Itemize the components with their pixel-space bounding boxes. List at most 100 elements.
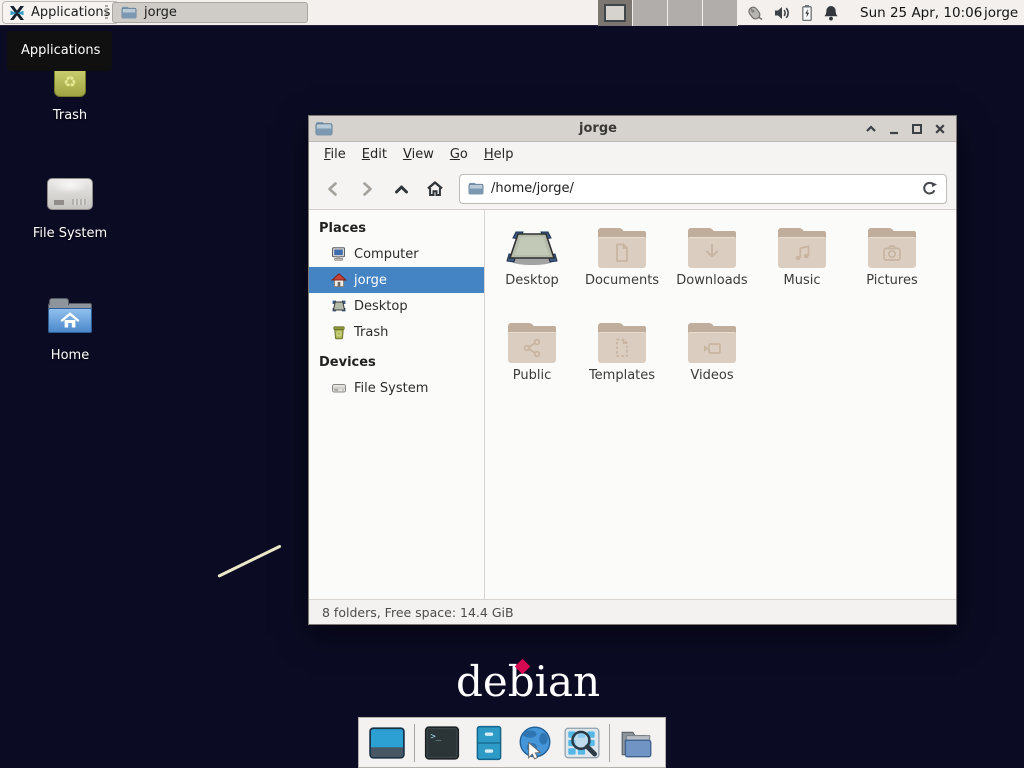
- hard-drive-icon: [331, 380, 347, 396]
- menu-help[interactable]: Help: [476, 142, 522, 168]
- hard-drive-icon: [47, 178, 93, 210]
- up-button[interactable]: [386, 174, 416, 204]
- window-titlebar[interactable]: jorge: [309, 116, 956, 142]
- wallpaper-line-artifact: [217, 544, 281, 577]
- desktop-icon-file-system[interactable]: File System: [22, 166, 118, 241]
- computer-icon: [331, 246, 347, 262]
- folder-icon: [688, 228, 736, 268]
- sidebar-item-label: File System: [354, 381, 428, 396]
- folder-view: Desktop Documents: [485, 210, 956, 599]
- sidebar-header-places: Places: [309, 217, 484, 241]
- folder-icon: [121, 6, 137, 19]
- sidebar-item-trash[interactable]: Trash: [309, 319, 484, 345]
- workspace-3[interactable]: [668, 0, 703, 26]
- show-desktop-icon[interactable]: [368, 723, 406, 763]
- status-bar: 8 folders, Free space: 14.4 GiB: [309, 599, 956, 624]
- folder-pictures[interactable]: Pictures: [847, 228, 937, 323]
- menu-edit[interactable]: Edit: [354, 142, 395, 168]
- svg-text:>_: >_: [431, 731, 442, 741]
- sidebar-item-label: Desktop: [354, 299, 408, 314]
- menu-bar: File Edit View Go Help: [309, 142, 956, 168]
- desktop-icon-label: File System: [22, 226, 118, 241]
- folder-label: Public: [513, 368, 551, 383]
- maximize-button[interactable]: [909, 121, 925, 137]
- file-manager-cabinet-icon[interactable]: [470, 723, 508, 763]
- web-browser-globe-icon[interactable]: [516, 723, 554, 763]
- applications-tooltip: Applications: [7, 31, 112, 71]
- sidebar-header-devices: Devices: [309, 351, 484, 375]
- file-manager-window: jorge File Edit View Go Help: [308, 115, 957, 625]
- window-folder-icon: [315, 121, 333, 136]
- workspace-2[interactable]: [633, 0, 668, 26]
- sidebar-item-label: Computer: [354, 247, 419, 262]
- mouse-icon[interactable]: [744, 4, 764, 22]
- folder-label: Templates: [589, 368, 655, 383]
- folder-label: Pictures: [866, 273, 917, 288]
- sidebar-item-label: Trash: [354, 325, 388, 340]
- folder-desktop[interactable]: Desktop: [487, 228, 577, 323]
- trash-icon: [331, 324, 347, 340]
- sidebar-item-label: jorge: [354, 273, 387, 288]
- workspace-switcher: [598, 0, 738, 26]
- path-input[interactable]: /home/jorge/: [459, 174, 947, 204]
- folder-label: Videos: [690, 368, 733, 383]
- window-title: jorge: [333, 121, 863, 136]
- folder-videos[interactable]: Videos: [667, 323, 757, 418]
- sidebar-item-jorge[interactable]: jorge: [309, 267, 484, 293]
- shade-button[interactable]: [863, 121, 879, 137]
- path-text: /home/jorge/: [491, 181, 914, 196]
- back-button[interactable]: [318, 174, 348, 204]
- forward-button[interactable]: [352, 174, 382, 204]
- desktop-icon-label: Home: [22, 348, 118, 363]
- folder-icon: [598, 228, 646, 268]
- folder-label: Desktop: [505, 273, 559, 288]
- dock-separator: [609, 724, 610, 762]
- menu-go[interactable]: Go: [442, 142, 476, 168]
- folder-label: Downloads: [676, 273, 747, 288]
- folder-label: Music: [784, 273, 821, 288]
- close-button[interactable]: [932, 121, 948, 137]
- sidebar-item-desktop[interactable]: Desktop: [309, 293, 484, 319]
- applications-menu-button[interactable]: Applications: [2, 1, 119, 24]
- battery-icon[interactable]: [800, 4, 814, 22]
- home-icon: [331, 272, 347, 288]
- folder-icon: [688, 323, 736, 363]
- terminal-icon[interactable]: >_: [423, 723, 461, 763]
- volume-icon[interactable]: [773, 4, 791, 22]
- folder-label: Documents: [585, 273, 659, 288]
- menu-view[interactable]: View: [395, 142, 442, 168]
- panel-clock[interactable]: Sun 25 Apr, 10:06: [860, 0, 982, 26]
- sidebar-item-computer[interactable]: Computer: [309, 241, 484, 267]
- top-panel: Applications jorge: [0, 0, 1024, 26]
- workspace-1[interactable]: [598, 0, 633, 26]
- taskbar-window-label: jorge: [144, 5, 177, 20]
- debian-logo: debian: [456, 658, 600, 710]
- folder-templates[interactable]: Templates: [577, 323, 667, 418]
- reload-icon[interactable]: [921, 180, 938, 197]
- desktop-icon-home[interactable]: Home: [22, 288, 118, 363]
- sidebar-item-file-system[interactable]: File System: [309, 375, 484, 401]
- bottom-dock: >_: [358, 717, 666, 768]
- taskbar-window-button[interactable]: jorge: [112, 2, 308, 23]
- folder-downloads[interactable]: Downloads: [667, 228, 757, 323]
- application-finder-icon[interactable]: [562, 723, 600, 763]
- panel-handle[interactable]: [105, 5, 108, 21]
- status-text: 8 folders, Free space: 14.4 GiB: [322, 605, 514, 620]
- dock-separator: [414, 724, 415, 762]
- folder-public[interactable]: Public: [487, 323, 577, 418]
- folder-music[interactable]: Music: [757, 228, 847, 323]
- system-tray: [744, 0, 839, 26]
- minimize-button[interactable]: [886, 121, 902, 137]
- folder-icon: [598, 323, 646, 363]
- home-button[interactable]: [420, 174, 450, 204]
- home-folder-icon: [48, 299, 92, 333]
- panel-user-label[interactable]: jorge: [984, 0, 1018, 26]
- workspace-window-preview: [604, 4, 626, 22]
- applications-menu-label: Applications: [31, 5, 110, 20]
- notifications-bell-icon[interactable]: [823, 4, 839, 22]
- workspace-4[interactable]: [703, 0, 738, 26]
- menu-file[interactable]: File: [316, 142, 354, 168]
- folder-documents[interactable]: Documents: [577, 228, 667, 323]
- directory-menu-folder-icon[interactable]: [618, 723, 656, 763]
- sidebar: Places Computer: [309, 210, 485, 599]
